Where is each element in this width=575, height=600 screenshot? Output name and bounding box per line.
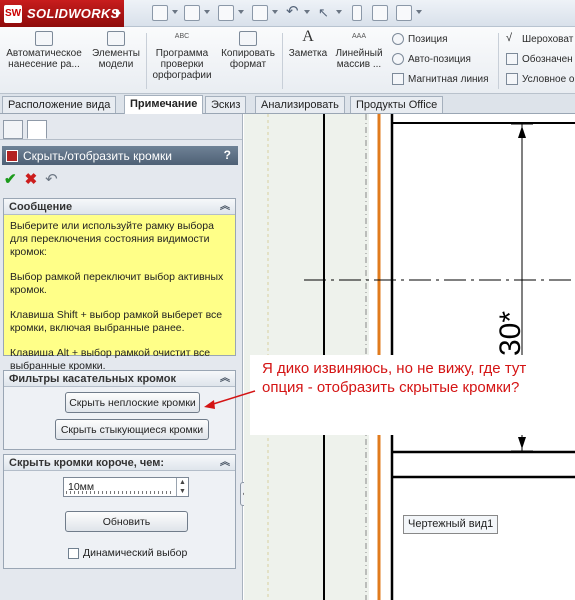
options-icon[interactable]	[396, 5, 412, 21]
chevron-down-icon[interactable]	[172, 10, 178, 14]
message-body: Выберите или используйте рамку выбора дл…	[4, 215, 235, 372]
message-header[interactable]: Сообщение ︽	[4, 199, 235, 215]
spin-scale[interactable]	[66, 491, 171, 494]
message-paragraph: Выбор рамкой переключит выбор активных к…	[10, 271, 224, 296]
action-buttons: ✔ ✖ ↶	[2, 170, 58, 188]
brand-name: SOLIDWORKS	[27, 6, 120, 21]
undo-icon[interactable]: ↶	[45, 172, 58, 187]
help-icon[interactable]: ?	[224, 148, 231, 162]
new-document-icon[interactable]	[152, 5, 168, 21]
select-arrow-icon[interactable]: ↖	[318, 5, 334, 21]
chevron-down-icon[interactable]	[336, 10, 342, 14]
spell-check-icon: ABC	[174, 33, 190, 40]
rebuild-icon[interactable]	[352, 5, 362, 21]
panel-tabs	[0, 114, 242, 140]
tab-annotation[interactable]: Примечание	[124, 95, 204, 114]
weld-symbol-button[interactable]: Обозначен	[506, 53, 573, 65]
auto-balloon-icon	[392, 53, 404, 65]
checkbox[interactable]	[68, 547, 79, 559]
save-icon[interactable]	[218, 5, 234, 21]
ribbon-separator	[498, 33, 499, 89]
chevron-down-icon[interactable]	[272, 10, 278, 14]
drawing-view-label[interactable]: Чертежный вид1	[403, 515, 499, 534]
surface-finish-icon: √	[506, 32, 513, 44]
linear-pattern-icon: AAA	[351, 33, 366, 40]
hide-shorter-header[interactable]: Скрыть кромки короче, чем: ︽	[4, 455, 235, 471]
magnetic-line-button[interactable]: Магнитная линия	[392, 73, 489, 85]
title-bar: SW SOLIDWORKS ↶ ↖	[0, 0, 575, 27]
ribbon-separator	[282, 33, 283, 89]
collapse-icon[interactable]: ︽	[220, 199, 230, 215]
weld-symbol-icon	[506, 53, 518, 65]
length-spin-input[interactable]: 10мм ▲ ▼	[63, 477, 189, 497]
linear-pattern-button[interactable]: AAA Линейный массив ...	[333, 31, 385, 70]
tab-view-layout[interactable]: Расположение вида	[2, 96, 117, 113]
command-manager: Автоматическое нанесение ра... Элементы …	[0, 27, 575, 94]
model-items-icon	[107, 31, 125, 46]
model-items-button[interactable]: Элементы модели	[90, 31, 142, 70]
annotation-arrow	[204, 390, 256, 409]
file-properties-icon[interactable]	[372, 5, 388, 21]
hide-shorter-edges-group: Скрыть кромки короче, чем: ︽ 10мм ▲ ▼ Об…	[3, 454, 236, 569]
balloon-button[interactable]: Позиция	[392, 33, 448, 45]
dimension-text[interactable]: 30*	[494, 311, 527, 356]
property-manager-panel: Скрыть/отобразить кромки ? ✔ ✖ ↶ Сообщен…	[0, 114, 243, 600]
update-button[interactable]: Обновить	[65, 511, 188, 532]
message-paragraph: Выберите или используйте рамку выбора дл…	[10, 220, 214, 258]
tab-sketch[interactable]: Эскиз	[205, 96, 247, 113]
spin-buttons: ▲ ▼	[176, 478, 188, 496]
solidworks-logo-icon: SW	[4, 4, 22, 23]
open-folder-icon[interactable]	[184, 5, 200, 21]
hole-callout-icon	[506, 73, 518, 85]
forum-annotation-text: Я дико извиняюсь, но не вижу, где тут оп…	[250, 355, 545, 435]
format-painter-button[interactable]: Копировать формат	[216, 31, 280, 70]
note-button[interactable]: A Заметка	[286, 28, 330, 60]
hide-nonplanar-edges-button[interactable]: Скрыть неплоские кромки	[65, 392, 200, 413]
message-group: Сообщение ︽ Выберите или используйте рам…	[3, 198, 236, 372]
message-paragraph: Клавиша Shift + выбор рамкой выберет все…	[10, 309, 223, 334]
spell-check-button[interactable]: ABC Программа проверки орфографии	[150, 31, 214, 81]
hide-show-edges-icon	[6, 149, 18, 162]
auto-dimension-button[interactable]: Автоматическое нанесение ра...	[2, 31, 86, 70]
auto-balloon-button[interactable]: Авто-позиция	[392, 53, 471, 65]
magnetic-line-icon	[392, 73, 404, 85]
hide-joined-edges-button[interactable]: Скрыть стыкующиеся кромки	[55, 419, 209, 440]
command-tabs: Расположение вида Примечание Эскиз Анали…	[0, 94, 575, 114]
auto-dimension-icon	[35, 31, 53, 46]
chevron-down-icon[interactable]	[416, 10, 422, 14]
ribbon-separator	[146, 33, 147, 89]
chevron-down-icon[interactable]	[204, 10, 210, 14]
property-manager-header: Скрыть/отобразить кромки ?	[2, 146, 238, 165]
note-icon: A	[302, 28, 314, 45]
solidworks-menu-button[interactable]: SW SOLIDWORKS	[0, 0, 124, 27]
ok-check-icon[interactable]: ✔	[4, 172, 17, 187]
spin-down-icon[interactable]: ▼	[177, 487, 188, 496]
property-manager-title: Скрыть/отобразить кромки	[23, 148, 172, 163]
surface-finish-button[interactable]: √ Шероховат	[506, 33, 573, 45]
format-painter-icon	[239, 31, 257, 46]
print-icon[interactable]	[252, 5, 268, 21]
hole-callout-button[interactable]: Условное о	[506, 73, 575, 85]
tab-evaluate[interactable]: Анализировать	[255, 96, 345, 113]
collapse-icon[interactable]: ︽	[220, 455, 230, 471]
balloon-icon	[392, 33, 404, 45]
feature-manager-tab-icon[interactable]	[3, 120, 23, 139]
menu-arrow-icon	[116, 9, 121, 17]
property-manager-tab-icon[interactable]	[27, 120, 47, 139]
chevron-down-icon[interactable]	[238, 10, 244, 14]
chevron-down-icon[interactable]	[304, 10, 310, 14]
tab-office-products[interactable]: Продукты Office	[350, 96, 444, 113]
cancel-x-icon[interactable]: ✖	[25, 172, 38, 187]
spin-up-icon[interactable]: ▲	[177, 478, 188, 487]
undo-icon[interactable]: ↶	[286, 4, 302, 21]
dynamic-selection-checkbox[interactable]: Динамический выбор	[68, 547, 187, 559]
